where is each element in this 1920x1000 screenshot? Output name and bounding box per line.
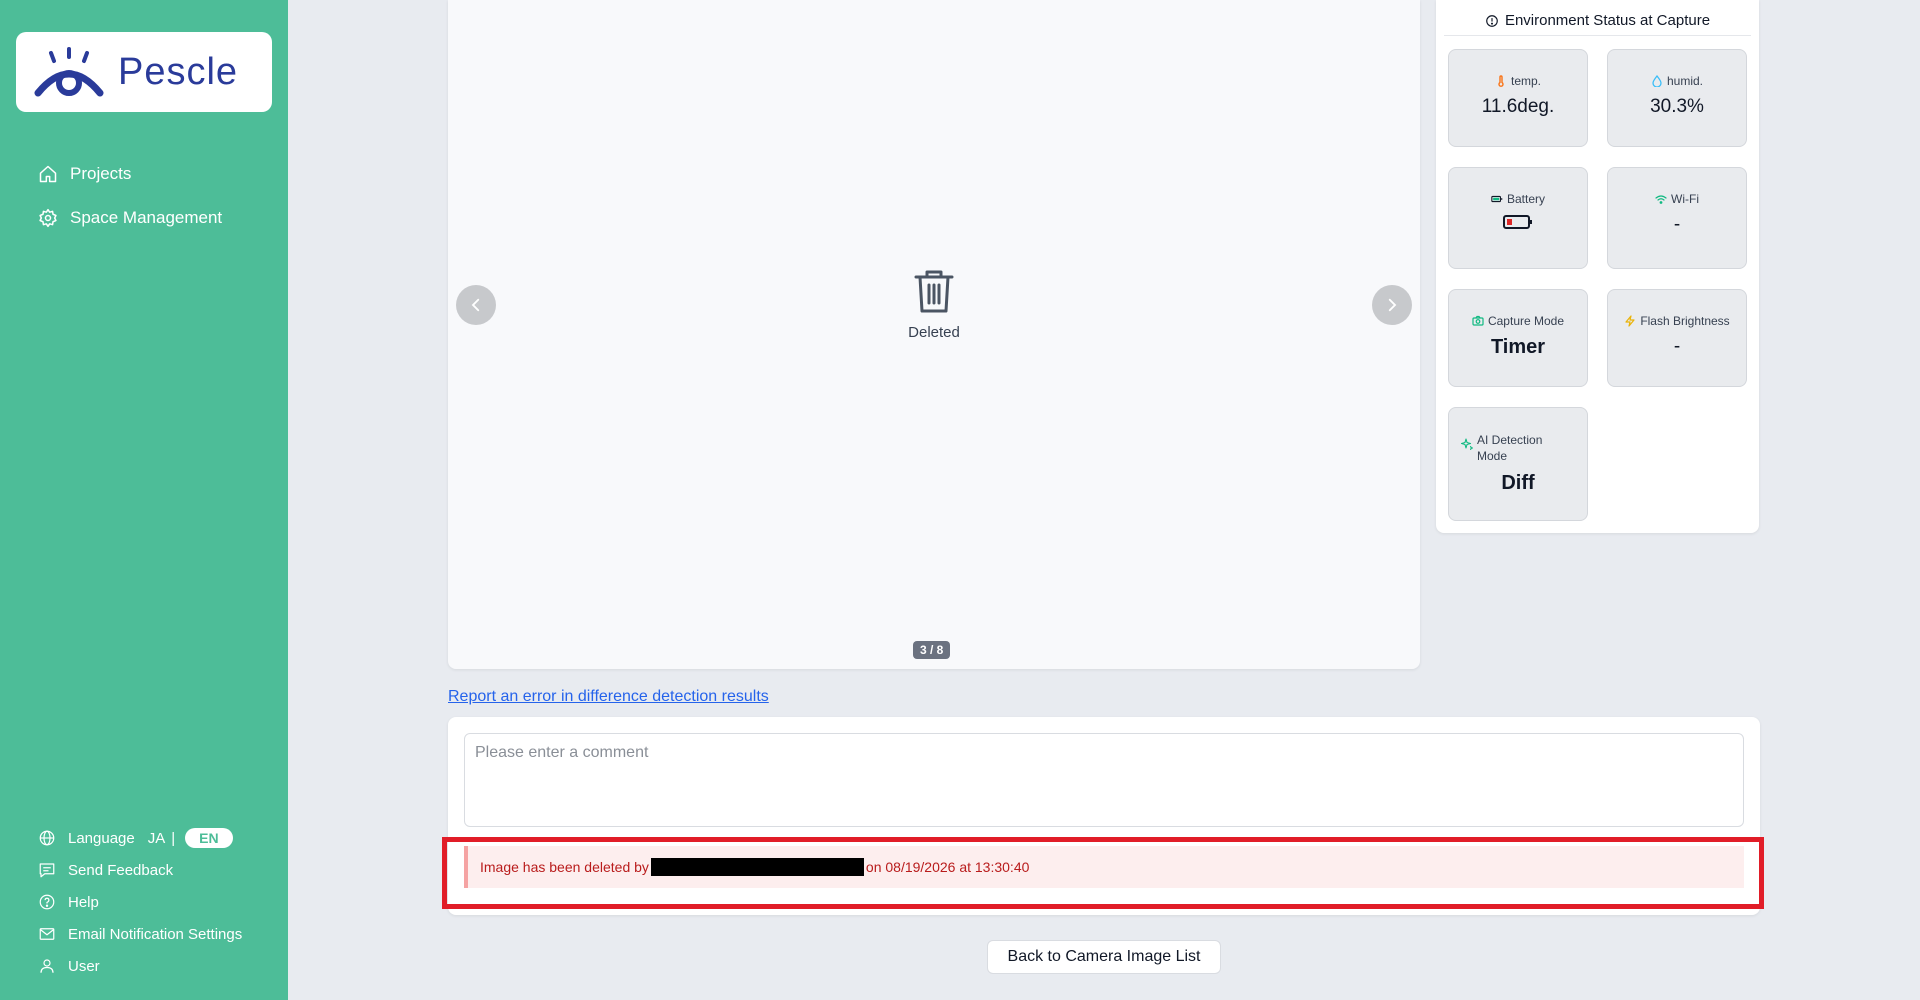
- droplet-icon: [1652, 75, 1662, 87]
- lightning-icon: [1625, 315, 1635, 327]
- sidebar-item-help[interactable]: Help: [38, 886, 242, 918]
- sidebar-item-space-management[interactable]: Space Management: [38, 196, 222, 240]
- comment-card: Image has been deleted by on 08/19/2026 …: [442, 717, 1764, 915]
- wifi-value: -: [1673, 214, 1681, 235]
- globe-icon: [39, 830, 55, 846]
- deleted-label: Deleted: [908, 324, 960, 341]
- wifi-tile: Wi-Fi -: [1607, 167, 1747, 269]
- sidebar: Pescle Projects Space Management Languag…: [0, 0, 288, 1000]
- flash-brightness-value: -: [1673, 336, 1681, 357]
- sidebar-item-label: Help: [68, 893, 99, 911]
- humidity-tile: humid. 30.3%: [1607, 49, 1747, 147]
- humidity-label: humid.: [1651, 74, 1703, 88]
- deleted-placeholder: Deleted: [448, 268, 1420, 341]
- thermometer-icon: [1498, 75, 1504, 87]
- capture-mode-value: Timer: [1490, 336, 1546, 358]
- brand-name: Pescle: [118, 50, 239, 93]
- wifi-label: Wi-Fi: [1655, 192, 1699, 206]
- redacted-user: [650, 858, 864, 876]
- wifi-label-text: Wi-Fi: [1671, 192, 1699, 206]
- sidebar-item-email-settings[interactable]: Email Notification Settings: [38, 918, 242, 950]
- sidebar-item-label: Email Notification Settings: [68, 925, 243, 943]
- flash-brightness-label-text: Flash Brightness: [1640, 314, 1730, 328]
- sidebar-item-label: User: [68, 957, 100, 975]
- trash-icon: [914, 270, 954, 313]
- sidebar-item-projects[interactable]: Projects: [38, 152, 222, 196]
- wifi-icon: [1655, 195, 1667, 204]
- sidebar-nav: Projects Space Management: [38, 152, 222, 240]
- ai-detection-tile: AI Detection Mode Diff: [1448, 407, 1588, 521]
- home-icon: [39, 165, 57, 183]
- environment-status-panel: Environment Status at Capture temp. 11.6…: [1436, 0, 1759, 533]
- temperature-label: temp.: [1495, 74, 1541, 88]
- language-label: Language: [68, 829, 135, 847]
- temperature-label-text: temp.: [1510, 74, 1541, 88]
- sparkle-icon: [1461, 438, 1473, 450]
- message-icon: [39, 863, 55, 878]
- capture-mode-label: Capture Mode: [1472, 314, 1564, 328]
- capture-mode-label-text: Capture Mode: [1487, 314, 1565, 328]
- battery-tile: Battery: [1448, 167, 1588, 269]
- battery-label-text: Battery: [1506, 192, 1545, 206]
- report-detection-error-link[interactable]: Report an error in difference detection …: [448, 688, 769, 706]
- battery-level: [1503, 214, 1533, 236]
- ai-detection-label-text: AI Detection Mode: [1477, 433, 1543, 463]
- deletion-notice-suffix: on 08/19/2026 at 13:30:40: [865, 859, 1030, 875]
- sidebar-item-send-feedback[interactable]: Send Feedback: [38, 854, 242, 886]
- flash-brightness-label: Flash Brightness: [1624, 314, 1730, 328]
- language-separator: |: [171, 829, 176, 847]
- help-icon: [39, 894, 55, 910]
- temperature-tile: temp. 11.6deg.: [1448, 49, 1588, 147]
- sidebar-item-label: Projects: [70, 164, 132, 183]
- battery-low-icon: [1503, 215, 1532, 229]
- gear-icon: [39, 208, 57, 228]
- humidity-value: 30.3%: [1650, 96, 1704, 117]
- brand-logo[interactable]: Pescle: [16, 32, 272, 112]
- language-option-en[interactable]: EN: [185, 828, 233, 848]
- info-clock-icon: [1486, 14, 1498, 27]
- mail-icon: [39, 928, 55, 940]
- sidebar-bottom-nav: Language JA | EN Send Feedback Help Emai…: [38, 822, 242, 982]
- ai-detection-value: Diff: [1501, 472, 1535, 494]
- capture-mode-tile: Capture Mode Timer: [1448, 289, 1588, 387]
- sidebar-item-user[interactable]: User: [38, 950, 242, 982]
- back-to-camera-image-list-button[interactable]: Back to Camera Image List: [987, 940, 1221, 974]
- ai-detection-label: AI Detection Mode: [1461, 432, 1553, 464]
- deletion-notice-prefix: Image has been deleted by: [480, 859, 649, 875]
- environment-panel-title: Environment Status at Capture: [1444, 6, 1751, 36]
- language-switcher: Language JA | EN: [38, 822, 242, 854]
- battery-label: Battery: [1491, 192, 1545, 206]
- image-counter: 3 / 8: [913, 641, 951, 659]
- battery-small-icon: [1491, 195, 1503, 203]
- flash-brightness-tile: Flash Brightness -: [1607, 289, 1747, 387]
- image-viewer: Deleted 3 / 8: [448, 0, 1420, 669]
- comment-input[interactable]: [464, 733, 1744, 827]
- deletion-notice: Image has been deleted by on 08/19/2026 …: [464, 846, 1744, 888]
- user-icon: [40, 959, 54, 973]
- humidity-label-text: humid.: [1666, 74, 1704, 88]
- sidebar-item-label: Space Management: [70, 208, 223, 227]
- language-option-ja[interactable]: JA: [148, 830, 166, 847]
- camera-icon: [1472, 315, 1484, 326]
- temperature-value: 11.6deg.: [1481, 96, 1555, 117]
- sidebar-item-label: Send Feedback: [68, 861, 174, 879]
- eye-logo-icon: [34, 47, 104, 97]
- environment-title-text: Environment Status at Capture: [1504, 12, 1711, 29]
